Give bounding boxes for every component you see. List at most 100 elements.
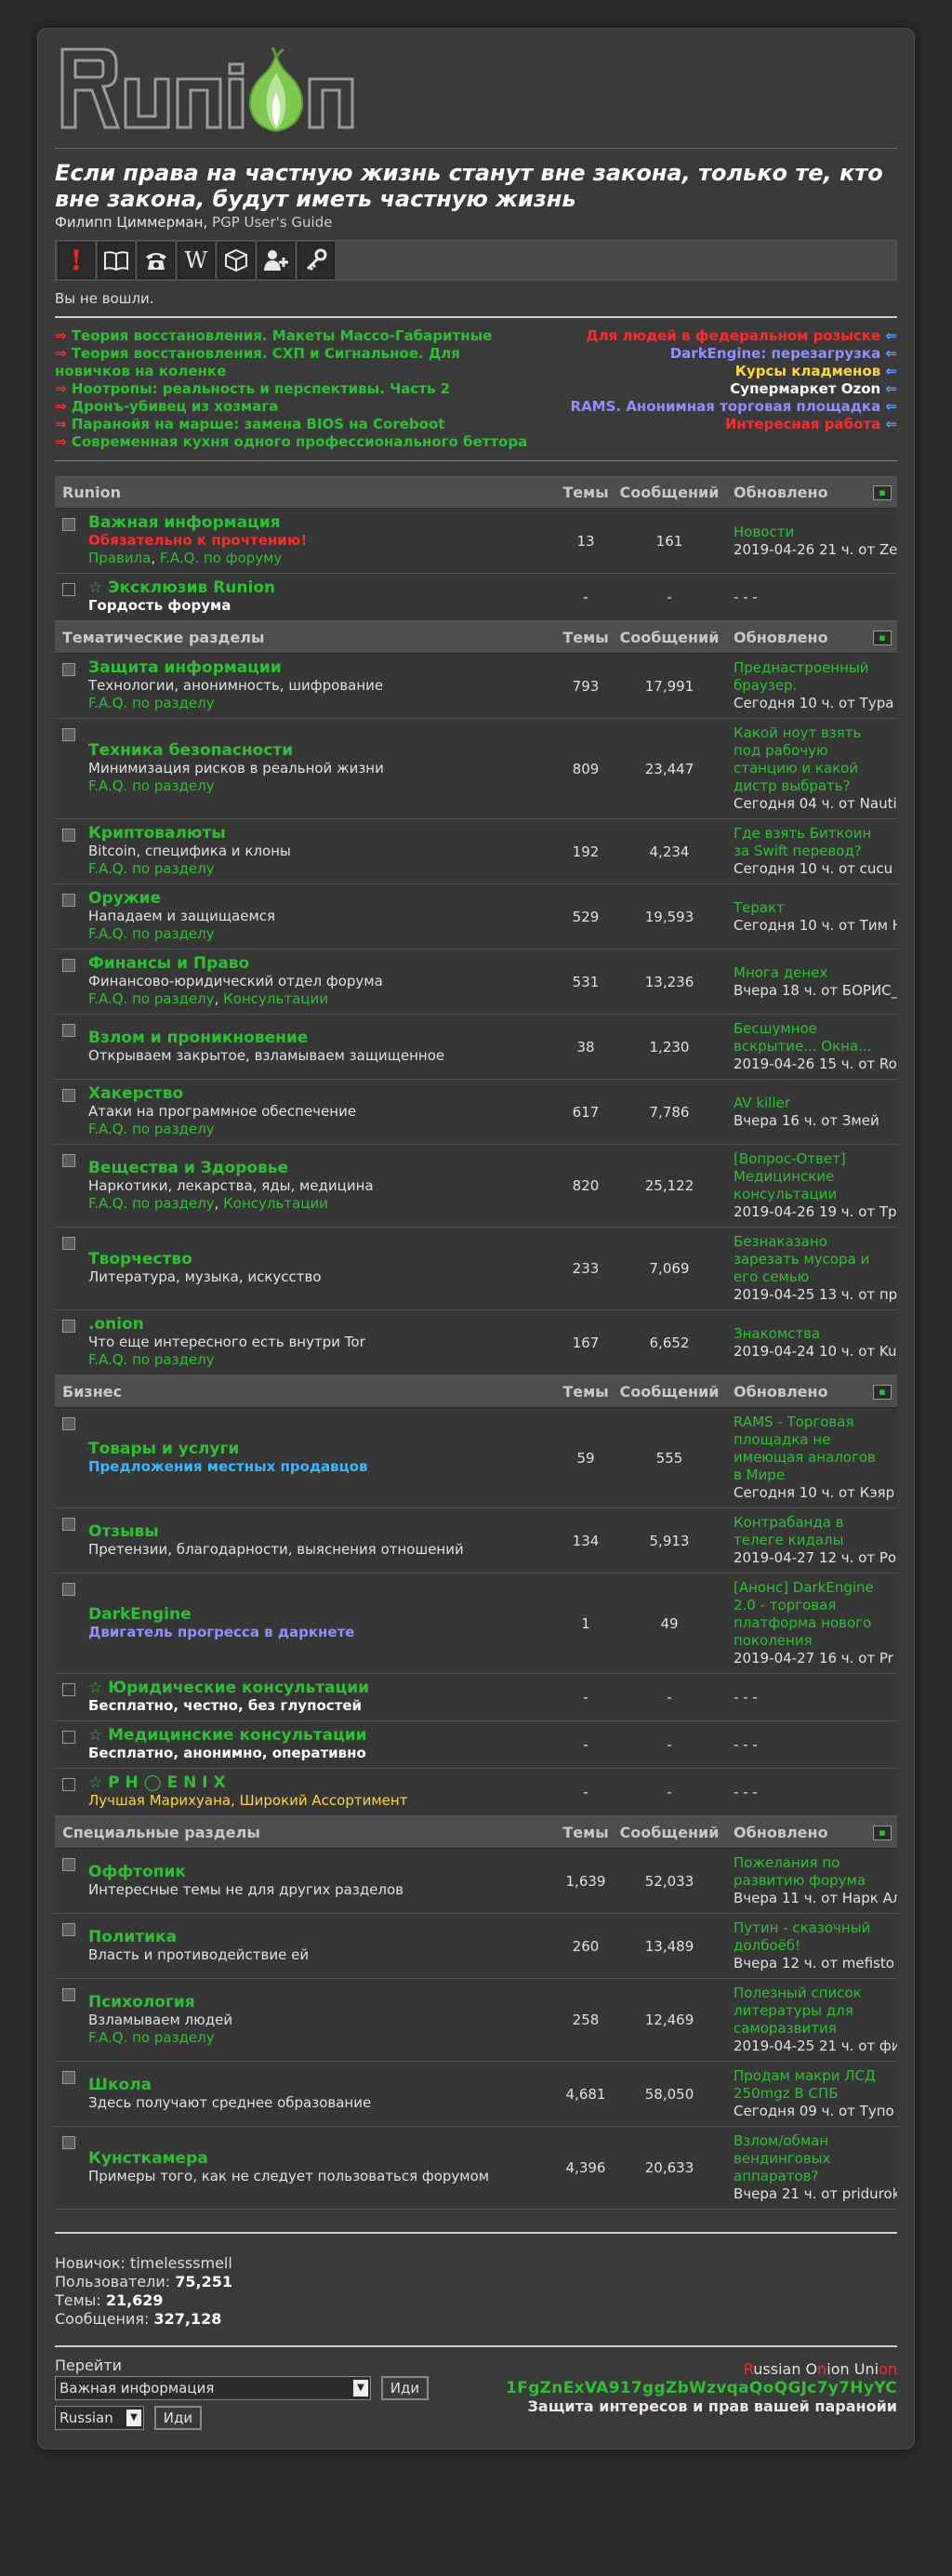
language-go-button[interactable]: Иди [153, 2406, 203, 2430]
forum-title-link[interactable]: ☆ Эксклюзив Runion [88, 579, 557, 597]
site-logo[interactable] [59, 46, 897, 139]
package-icon[interactable] [218, 242, 255, 279]
forum-sublink[interactable]: Правила [88, 550, 151, 566]
forum-title-link[interactable]: Кунсткамера [88, 2150, 557, 2168]
forum-sublink[interactable]: F.A.Q. по разделу [88, 777, 215, 794]
announcement-link[interactable]: ⇒ Ноотропы: реальность и перспективы. Ча… [55, 380, 531, 398]
last-post-link[interactable]: Преднастроенный браузер. [734, 659, 882, 695]
last-post-link[interactable]: AV killer [734, 1095, 882, 1112]
book-icon[interactable] [98, 242, 135, 279]
forum-sublink[interactable]: F.A.Q. по разделу [88, 1121, 215, 1137]
forum-title-link[interactable]: Оружие [88, 890, 557, 908]
forum-title-link[interactable]: Техника безопасности [88, 742, 557, 760]
last-post-link[interactable]: RAMS - Торговая площадка не имеющая анал… [734, 1414, 882, 1484]
forum-sublink[interactable]: F.A.Q. по разделу [88, 1195, 215, 1212]
forum-sublink[interactable]: F.A.Q. по разделу [88, 695, 215, 711]
forum-sublink[interactable]: F.A.Q. по разделу [88, 2029, 215, 2046]
collapse-toggle-icon[interactable]: ▪ [873, 1384, 892, 1400]
last-post-meta: Вчера 12 ч. от mefisto [734, 1955, 894, 1972]
last-post-link[interactable]: Какой ноут взять под рабочую станцию и к… [734, 724, 882, 795]
forum-topic-count: 13 [576, 532, 595, 550]
arrow-left-icon: ⇐ [880, 416, 897, 432]
forum-title-link[interactable]: Товары и услуги [88, 1440, 557, 1458]
language-select[interactable]: Russian ▼ [55, 2406, 144, 2430]
forum-sublink[interactable]: F.A.Q. по разделу [88, 925, 215, 942]
announcement-link[interactable]: ⇒ Теория восстановления. Макеты Массо-Га… [55, 327, 531, 345]
forum-title-link[interactable]: .onion [88, 1316, 557, 1334]
forum-title-link[interactable]: Взлом и проникновение [88, 1029, 557, 1047]
wiki-icon[interactable]: W [178, 242, 215, 279]
forum-title-link[interactable]: Вещества и Здоровье [88, 1159, 557, 1177]
collapse-toggle-icon[interactable]: ▪ [873, 1825, 892, 1840]
forum-title-link[interactable]: Важная информация [88, 514, 557, 532]
forum-sublink[interactable]: F.A.Q. по форуму [160, 550, 282, 566]
forum-title-link[interactable]: Оффтопик [88, 1863, 557, 1881]
forum-sublink[interactable]: F.A.Q. по разделу [88, 860, 215, 877]
forum-sublink[interactable]: Консультации [223, 990, 328, 1007]
last-post-link[interactable]: Бесшумное вскрытие... Окна... [734, 1020, 882, 1056]
announcement-link[interactable]: ⇒ Современная кухня одного профессиональ… [55, 433, 531, 451]
forum-post-count: 13,236 [644, 973, 694, 990]
forum-title-link[interactable]: DarkEngine [88, 1605, 557, 1624]
forum-last-post: Новости 2019-04-26 21 ч. от Zer [724, 518, 897, 564]
collapse-toggle-icon[interactable]: ▪ [873, 485, 892, 500]
announcement-link[interactable]: Интересная работа ⇐ [531, 416, 897, 433]
forum-sublink[interactable]: Консультации [223, 1195, 328, 1212]
announcement-link[interactable]: ⇒ Дронъ-убивец из хозмага [55, 398, 531, 416]
category-title[interactable]: Runion [55, 484, 557, 501]
category-title[interactable]: Специальные разделы [55, 1824, 557, 1841]
forum-title-link[interactable]: Защита информации [88, 659, 557, 677]
forum-title-link[interactable]: ☆ Медицинские консультации [88, 1727, 557, 1745]
announcement-link[interactable]: RAMS. Анонимная торговая площадка ⇐ [531, 398, 897, 416]
category-title[interactable]: Тематические разделы [55, 629, 557, 646]
forum-title-link[interactable]: Политика [88, 1928, 557, 1946]
forum-title-link[interactable]: Хакерство [88, 1085, 557, 1103]
collapse-toggle-icon[interactable]: ▪ [873, 630, 892, 645]
forum-status-icon [55, 1508, 88, 1531]
last-post-link[interactable]: Где взять Биткоин за Swift перевод? [734, 825, 882, 860]
announcement-link[interactable]: DarkEngine: перезагрузка ⇐ [531, 345, 897, 363]
forum-sublink[interactable]: F.A.Q. по разделу [88, 1351, 215, 1368]
alert-icon[interactable]: ! [58, 242, 95, 279]
last-post-link[interactable]: Многа денех [734, 964, 882, 982]
last-post-link[interactable]: Теракт [734, 899, 882, 917]
forum-title-link[interactable]: Отзывы [88, 1522, 557, 1541]
forum-status-icon [55, 949, 88, 972]
forum-title-link[interactable]: ☆ Юридические консультации [88, 1680, 557, 1697]
forum-title-link[interactable]: Школа [88, 2076, 557, 2094]
newest-user-link[interactable]: timelesssmell [130, 2254, 232, 2272]
announcement-link[interactable]: ⇒ Паранойя на марше: замена BIOS на Core… [55, 416, 531, 433]
announcement-link[interactable]: Для людей в федеральном розыске ⇐ [531, 327, 897, 345]
announcement-link[interactable]: ⇒ Теория восстановления. СХП и Сигнально… [55, 345, 531, 380]
phone-icon[interactable] [138, 242, 175, 279]
announcement-link[interactable]: Супермаркет Ozon ⇐ [531, 380, 897, 398]
last-post-link[interactable]: Путин - сказочный долбоёб! [734, 1919, 882, 1955]
footer-right: Russian Onion Union 1FgZnExVA917ggZbWzvq… [506, 2360, 897, 2430]
forum-title-link[interactable]: Творчество [88, 1251, 557, 1268]
forum-topic-count: - [583, 1736, 588, 1753]
forum-sublink[interactable]: F.A.Q. по разделу [88, 990, 215, 1007]
forum-title-link[interactable]: Психология [88, 1993, 557, 2012]
last-post-link[interactable]: Полезный список литературы для саморазви… [734, 1985, 882, 2038]
last-post-link[interactable]: Безнаказано зарезать мусора и его семью [734, 1233, 882, 1286]
last-post-link[interactable]: Знакомства [734, 1325, 882, 1343]
category-title[interactable]: Бизнес [55, 1383, 557, 1401]
stat-newbie: Новичок: timelesssmell [55, 2254, 232, 2272]
forum-jump-select[interactable]: Важная информация ▼ [55, 2376, 371, 2400]
last-post-link[interactable]: Контрабанда в телеге кидалы [734, 1514, 882, 1549]
last-post-link[interactable]: Пожелания по развитию форума [734, 1854, 882, 1890]
last-post-link[interactable]: Новости [734, 524, 882, 541]
last-post-link[interactable]: [Анонс] DarkEngine 2.0 - торговая платфо… [734, 1579, 882, 1650]
jump-go-button[interactable]: Иди [380, 2376, 430, 2400]
last-post-link[interactable]: Взлом/обман вендинговых аппаратов? [734, 2132, 882, 2185]
forum-row: Защита информации Технологии, анонимность… [55, 654, 897, 719]
header-quote: Если права на частную жизнь станут вне з… [55, 160, 883, 212]
announcement-link[interactable]: Курсы кладменов ⇐ [531, 363, 897, 380]
forum-title-link[interactable]: Финансы и Право [88, 955, 557, 973]
add-user-icon[interactable] [258, 242, 295, 279]
forum-title-link[interactable]: Криптовалюты [88, 825, 557, 843]
forum-title-link[interactable]: ☆ P H ◯ E N I X [88, 1774, 557, 1792]
keys-icon[interactable] [298, 242, 335, 279]
last-post-link[interactable]: Продам макри ЛСД 250mgz В СПБ [734, 2067, 882, 2103]
last-post-link[interactable]: [Вопрос-Ответ] Медицинские консультации [734, 1150, 882, 1203]
